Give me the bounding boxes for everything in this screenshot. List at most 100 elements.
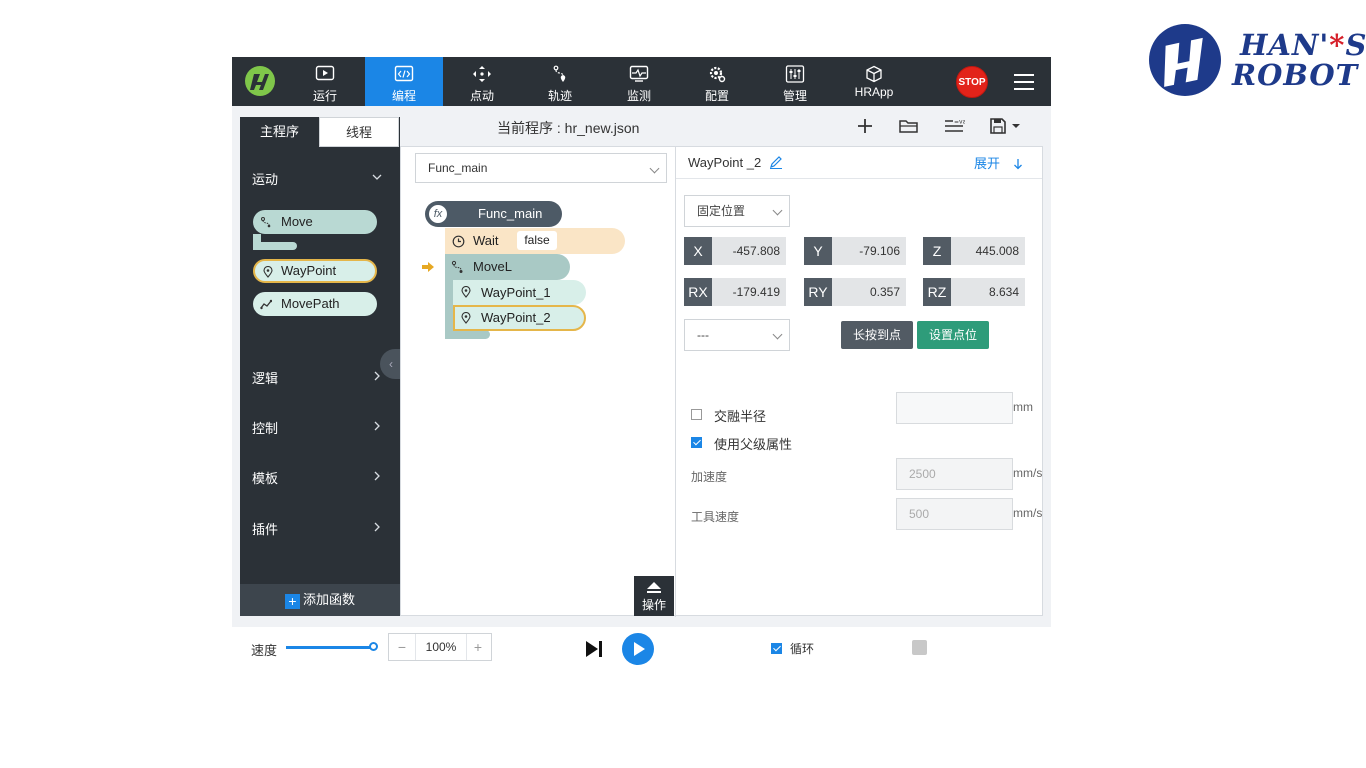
tree-movel-label: MoveL xyxy=(473,259,513,274)
hamburger-menu-icon[interactable] xyxy=(1011,69,1037,95)
path-line-icon xyxy=(260,299,272,310)
blend-radius-input[interactable] xyxy=(896,392,1013,424)
palette-block-movepath[interactable]: MovePath xyxy=(253,292,377,316)
category-template-label: 模板 xyxy=(252,471,279,486)
blend-radius-label: 交融半径 xyxy=(714,409,767,424)
tree-waypoint-2-selected[interactable]: WayPoint_2 xyxy=(453,305,586,331)
acceleration-input[interactable]: 2500 xyxy=(896,458,1013,490)
tool-speed-unit: mm/s xyxy=(1013,506,1043,520)
stop-square-button[interactable] xyxy=(912,640,927,655)
coord-ry: RY 0.357 xyxy=(804,278,906,306)
add-function-button[interactable]: + 添加函数 xyxy=(240,584,400,616)
collapse-panel-chevron-left-icon[interactable]: ‹ xyxy=(380,349,402,379)
inherit-parent-label: 使用父级属性 xyxy=(714,437,793,452)
play-icon xyxy=(634,642,645,656)
tree-movel[interactable]: MoveL xyxy=(445,254,570,280)
play-button[interactable] xyxy=(622,633,654,665)
step-forward-icon[interactable] xyxy=(584,640,604,658)
palette-block-move[interactable]: Move xyxy=(253,210,377,234)
category-plugin[interactable]: 插件 xyxy=(252,519,382,539)
position-type-value: 固定位置 xyxy=(697,204,746,218)
hans-robot-logo: HAN'*S ROBOT xyxy=(1146,22,1366,102)
speed-slider-handle[interactable] xyxy=(369,642,378,651)
divider xyxy=(676,178,1042,179)
gear-config-icon xyxy=(709,66,726,83)
location-pin-icon xyxy=(461,286,471,298)
waypoint-title-text: WayPoint _2 xyxy=(688,155,762,170)
nav-run-label: 运行 xyxy=(312,89,337,103)
category-template[interactable]: 模板 xyxy=(252,468,382,488)
monitor-icon xyxy=(629,65,649,82)
chevron-right-icon xyxy=(372,420,382,434)
save-dropdown-icon[interactable] xyxy=(988,116,1024,136)
edit-pencil-icon[interactable] xyxy=(769,155,783,169)
coord-rz: RZ 8.634 xyxy=(923,278,1025,306)
secondary-select[interactable]: --- xyxy=(684,319,790,351)
blend-radius-checkbox[interactable] xyxy=(691,409,702,420)
coord-y-value: -79.106 xyxy=(832,237,906,265)
nav-manage[interactable]: 管理 xyxy=(756,57,834,106)
palette-block-waypoint[interactable]: WayPoint xyxy=(253,259,377,283)
coord-rx-value: -179.419 xyxy=(712,278,786,306)
nav-jog-label: 点动 xyxy=(469,89,494,103)
clock-icon xyxy=(452,235,465,248)
nav-hrapp[interactable]: HRApp xyxy=(835,57,913,106)
coord-ry-value: 0.357 xyxy=(832,278,906,306)
set-point-button[interactable]: 设置点位 xyxy=(917,321,989,349)
tree-waypoint-1[interactable]: WayPoint_1 xyxy=(453,280,586,305)
loop-checkbox[interactable] xyxy=(771,643,782,654)
category-logic-label: 逻辑 xyxy=(252,371,279,386)
tab-thread[interactable]: 线程 xyxy=(319,117,399,147)
coord-z-key: Z xyxy=(923,237,951,265)
open-folder-icon[interactable] xyxy=(898,116,920,136)
tree-wait[interactable]: Wait false xyxy=(445,228,625,254)
coord-x-key: X xyxy=(684,237,712,265)
inherit-parent-checkbox[interactable] xyxy=(691,437,702,448)
nav-trajectory-label: 轨迹 xyxy=(547,89,572,103)
svg-text:=var: =var xyxy=(954,119,965,126)
variables-icon[interactable]: =var xyxy=(943,116,965,136)
palette-block-waypoint-label: WayPoint xyxy=(281,263,337,278)
wait-value-field[interactable]: false xyxy=(517,231,557,250)
chevron-right-icon xyxy=(372,370,382,384)
tab-main-program[interactable]: 主程序 xyxy=(240,117,319,147)
add-icon[interactable] xyxy=(854,116,876,136)
expand-toggle[interactable]: 展开 xyxy=(974,153,1024,172)
function-select[interactable]: Func_main xyxy=(415,153,667,183)
position-type-select[interactable]: 固定位置 xyxy=(684,195,790,227)
category-control[interactable]: 控制 xyxy=(252,418,382,438)
movel-block-foot xyxy=(445,330,490,339)
acceleration-label: 加速度 xyxy=(691,470,728,484)
speed-slider-track[interactable] xyxy=(286,646,374,649)
operations-button[interactable]: 操作 xyxy=(634,576,674,616)
coord-rz-key: RZ xyxy=(923,278,951,306)
plus-icon: + xyxy=(284,594,300,609)
nav-program[interactable]: 编程 xyxy=(365,57,443,106)
tree-func-main-label: Func_main xyxy=(478,206,543,221)
nav-manage-label: 管理 xyxy=(782,89,807,103)
coord-x-value: -457.808 xyxy=(712,237,786,265)
tree-wait-label: Wait xyxy=(473,233,499,248)
category-plugin-label: 插件 xyxy=(252,522,279,537)
nav-config[interactable]: 配置 xyxy=(678,57,756,106)
category-logic[interactable]: 逻辑 xyxy=(252,368,382,388)
app-logo-icon xyxy=(245,66,275,96)
speed-increase-button[interactable]: + xyxy=(465,634,491,660)
nav-jog[interactable]: 点动 xyxy=(443,57,521,106)
tool-speed-input[interactable]: 500 xyxy=(896,498,1013,530)
nav-config-label: 配置 xyxy=(704,89,729,103)
hold-to-point-button[interactable]: 长按到点 xyxy=(841,321,913,349)
tree-func-main[interactable]: fx Func_main xyxy=(425,201,562,227)
speed-value[interactable]: 100% xyxy=(415,634,467,660)
nav-trajectory[interactable]: 轨迹 xyxy=(521,57,599,106)
waypoint-properties: WayPoint _2 展开 固定位置 X -457.808 Y -79.106 xyxy=(675,147,1045,617)
trajectory-icon xyxy=(553,65,566,82)
category-motion[interactable]: 运动 xyxy=(252,169,382,189)
stop-button[interactable]: STOP xyxy=(956,66,988,98)
nav-program-label: 编程 xyxy=(391,89,416,103)
speed-decrease-button[interactable]: − xyxy=(389,634,415,660)
nav-run[interactable]: 运行 xyxy=(286,57,364,106)
hans-logo-mark-icon xyxy=(1149,24,1221,96)
nav-monitor[interactable]: 监测 xyxy=(600,57,678,106)
brand-line1: HAN'*S xyxy=(1240,28,1366,62)
